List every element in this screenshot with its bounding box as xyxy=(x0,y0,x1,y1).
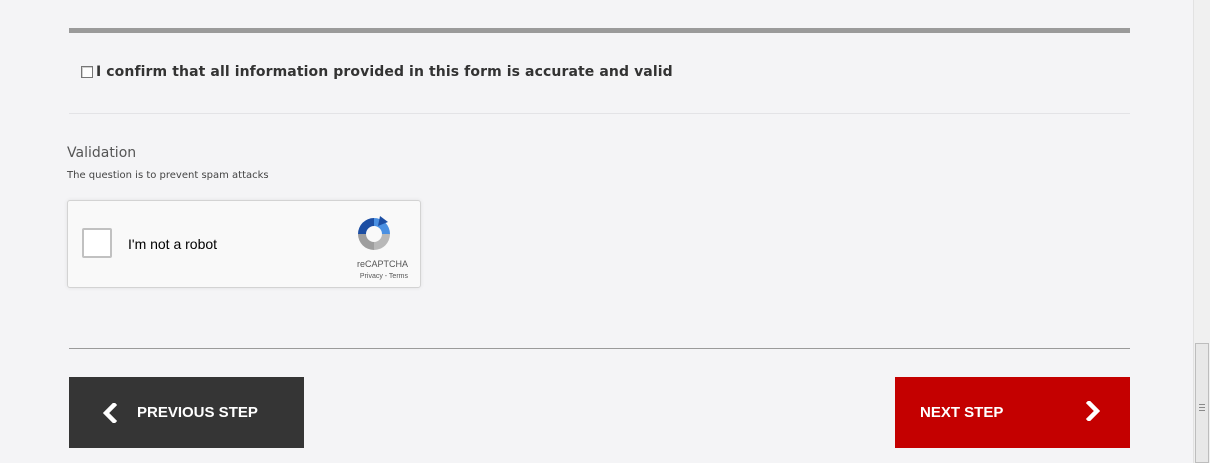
validation-hint: The question is to prevent spam attacks xyxy=(67,170,269,181)
recaptcha-label: I'm not a robot xyxy=(128,236,218,252)
confirm-row[interactable]: I confirm that all information provided … xyxy=(81,64,673,80)
chevron-right-icon xyxy=(1086,401,1100,421)
recaptcha-checkbox[interactable] xyxy=(82,228,112,258)
recaptcha-logo-icon xyxy=(358,216,390,250)
confirm-label[interactable]: I confirm that all information provided … xyxy=(96,64,673,80)
confirm-checkbox[interactable] xyxy=(81,66,93,78)
next-step-label: NEXT STEP xyxy=(920,404,1004,421)
scrollbar-grip xyxy=(1199,404,1205,411)
section-divider-top xyxy=(69,28,1130,33)
previous-step-button[interactable]: PREVIOUS STEP xyxy=(69,377,304,448)
section-divider xyxy=(69,113,1130,114)
recaptcha-brand: reCAPTCHA xyxy=(356,259,408,269)
recaptcha-links[interactable]: Privacy - Terms xyxy=(314,273,408,280)
previous-step-label: PREVIOUS STEP xyxy=(137,404,258,421)
section-divider-bottom xyxy=(69,348,1130,349)
next-step-button[interactable]: NEXT STEP xyxy=(895,377,1130,448)
chevron-left-icon xyxy=(103,402,117,423)
validation-title: Validation xyxy=(67,145,137,161)
scrollbar-thumb[interactable] xyxy=(1195,343,1209,463)
recaptcha-widget: I'm not a robot reCAPTCHA Privacy - Term… xyxy=(67,200,421,288)
